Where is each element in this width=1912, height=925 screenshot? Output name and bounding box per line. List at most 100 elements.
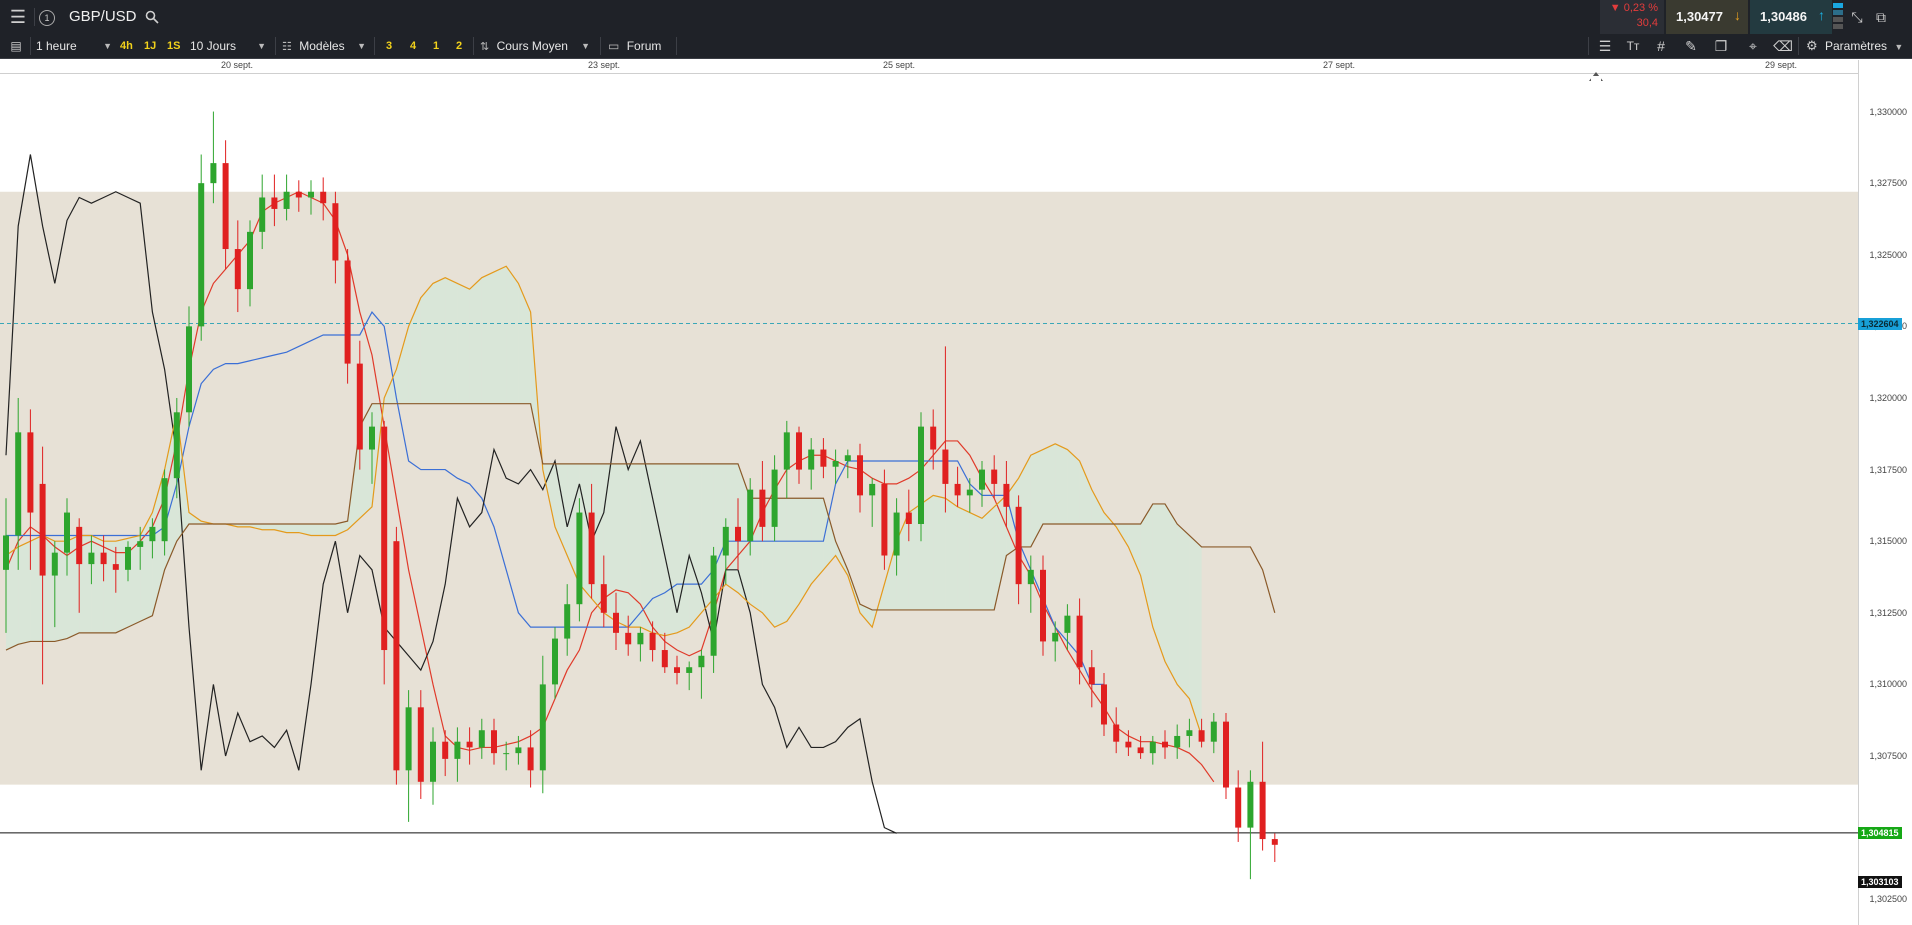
text-size-icon[interactable]: Tт [1622,34,1644,58]
cloud-segment [481,271,494,404]
candle-body [149,526,156,542]
sell-price-box[interactable]: 1,30477 ↓ [1666,0,1748,34]
price-axis: 1,3300001,3275001,3250001,3225001,320000… [1858,60,1912,925]
model-slot-4[interactable]: 4 [410,34,422,58]
chevron-down-icon: ▼ [581,41,590,51]
cloud-segment [664,463,677,636]
drawing-tools-icon[interactable]: ✎ [1680,34,1702,58]
candle-body [1186,730,1193,736]
info-button[interactable]: 1 [39,5,57,29]
candle-body [515,747,522,754]
candle-body [308,191,314,198]
candle-body [478,730,485,748]
date-tick-label: 20 sept. [220,60,254,70]
cloud-segment [18,541,31,645]
candle-body [173,412,180,479]
cloud-segment [1055,443,1068,525]
candle-body [869,483,876,496]
candle-body [442,741,449,759]
models-select[interactable]: ☷ Modèles ▼ [282,34,368,58]
arrow-down-icon: ↓ [1734,7,1741,23]
candle-body [466,741,473,748]
collapse-icon[interactable]: ⤡ [1846,5,1868,29]
search-icon[interactable] [142,5,162,29]
candle-body [3,535,9,570]
candle-body [88,552,95,565]
interval-4h[interactable]: 4h [120,34,136,58]
low-price-badge: 1,303103 [1858,875,1902,888]
candle-body [320,191,327,204]
price-chart[interactable] [0,60,1858,925]
candle-body [686,667,693,673]
candle-body [771,469,778,527]
price-tick-label: 1,325000 [1869,249,1907,260]
interval-1j[interactable]: 1J [144,34,160,58]
candle-body [1101,684,1107,725]
settings-button[interactable]: ⚙ Paramètres ▼ [1806,34,1910,58]
candle-body [295,191,302,198]
model-slot-2[interactable]: 2 [456,34,468,58]
cloud-segment [1067,449,1080,525]
price-tick-label: 1,307500 [1869,751,1907,761]
cloud-segment [433,277,446,404]
layers-icon[interactable]: ❐ [1710,34,1732,58]
interval-select[interactable]: 1 heure ▼ [36,34,114,58]
candle-body [1040,569,1046,642]
price-tick-label: 1,310000 [1869,679,1907,690]
price-type-select[interactable]: ⇅ Cours Moyen ▼ [480,34,592,58]
candle-body [430,741,436,782]
buy-price-box[interactable]: 1,30486 ↑ [1750,0,1832,34]
date-tick-label: 25 sept. [882,60,916,70]
cloud-segment [457,283,470,404]
list-icon[interactable]: ▤ [6,34,26,58]
candle-body [247,231,253,290]
settings-label: Paramètres [1825,39,1888,53]
gear-icon: ⚙ [1806,38,1818,53]
crosshair-icon[interactable]: ⌖ [1742,34,1764,58]
candle-body [1113,724,1120,742]
candle-body [1235,787,1242,828]
range-select[interactable]: 10 Jours ▼ [190,34,268,58]
cloud-segment [1165,503,1178,685]
chevron-down-icon: ▼ [1894,42,1904,52]
model-slot-1[interactable]: 1 [433,34,445,58]
candle-body [1223,721,1229,788]
forum-button[interactable]: ▭ Forum [608,34,678,58]
candle-body [552,638,558,685]
cloud-segment [506,266,519,404]
candle-body [539,684,546,771]
candle-body [1003,483,1010,507]
eraser-icon[interactable]: ⌫ [1772,34,1794,58]
reference-price-badge: 1,322604 [1858,317,1902,330]
interval-1s[interactable]: 1S [167,34,183,58]
cloud-segment [1043,443,1056,525]
candle-body [381,426,388,651]
popout-icon[interactable]: ⧉ [1870,5,1892,29]
menu-icon[interactable]: ☰ [6,5,30,29]
candle-body [527,747,534,771]
candle-body [356,363,363,450]
price-tick-label: 1,302500 [1869,894,1907,905]
cloud-segment [420,283,433,404]
model-slot-3[interactable]: 3 [386,34,398,58]
candle-body [625,632,632,645]
chart-area[interactable] [0,60,1858,925]
candle-body [1162,741,1168,748]
date-tick-label: 23 sept. [587,60,621,70]
cloud-segment [262,524,275,530]
candle-body [1027,569,1034,585]
grid-icon[interactable]: # [1650,34,1672,58]
candle-body [991,469,998,484]
cloud-segment [469,277,482,404]
arrow-up-icon: ↑ [1818,7,1825,23]
cloud-segment [933,495,946,610]
date-axis: 20 sept. 23 sept. 25 sept. 27 sept. 29 sept. [0,59,1858,74]
candle-body [259,197,266,232]
candle-body [600,584,607,613]
chevron-down-icon: ▼ [357,41,366,51]
candle-body [832,460,839,467]
candle-body [820,449,827,467]
symbol-title[interactable]: GBP/USD [69,5,137,29]
indicator-list-icon[interactable]: ☰ [1594,34,1616,58]
cloud-segment [323,524,336,536]
